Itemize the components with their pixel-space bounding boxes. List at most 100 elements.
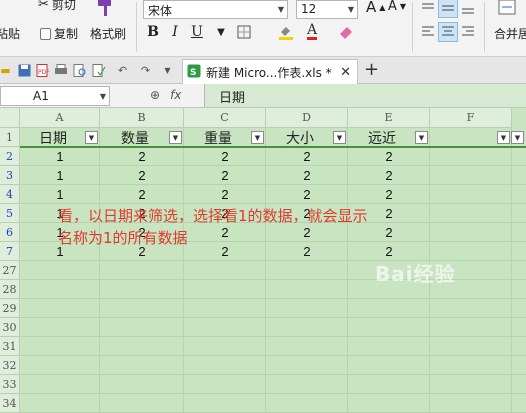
bold-button[interactable]: B [143, 22, 163, 42]
chevron-down-icon[interactable]: ▼ [211, 22, 231, 42]
table-cell[interactable]: 2 [266, 166, 348, 185]
row-header[interactable]: 1 [0, 128, 20, 147]
filter-active-icon[interactable]: ▼ [85, 131, 98, 144]
gridline [20, 317, 526, 318]
clear-format-icon[interactable] [336, 22, 356, 42]
column-header[interactable]: B [100, 108, 184, 128]
select-all-corner[interactable] [0, 108, 20, 128]
row-header[interactable]: 28 [0, 280, 20, 299]
italic-button[interactable]: I [165, 22, 185, 42]
filter-dropdown-icon[interactable]: ▼ [415, 131, 428, 144]
table-cell[interactable]: 2 [348, 185, 430, 204]
table-cell[interactable]: 2 [348, 147, 430, 166]
save-icon[interactable] [17, 63, 32, 77]
row-header[interactable]: 31 [0, 337, 20, 356]
table-cell[interactable]: 2 [100, 147, 184, 166]
formula-input[interactable]: 日期 [204, 84, 526, 107]
table-cell[interactable]: 2 [100, 185, 184, 204]
table-cell[interactable]: 2 [100, 166, 184, 185]
name-box[interactable]: A1 ▼ [0, 86, 110, 106]
gridline [20, 374, 526, 375]
header-cell[interactable]: 数量 [100, 128, 170, 147]
header-cell[interactable]: 日期 [20, 128, 86, 147]
filter-dropdown-icon[interactable]: ▼ [251, 131, 264, 144]
column-header[interactable]: C [184, 108, 266, 128]
row-header[interactable]: 34 [0, 394, 20, 413]
font-size-select[interactable]: 12 ▼ [296, 0, 358, 19]
row-header[interactable]: 33 [0, 375, 20, 394]
row-header[interactable]: 5 [0, 204, 20, 223]
zoom-icon[interactable]: ⊕ [150, 88, 160, 102]
spell-check-icon[interactable] [91, 63, 106, 77]
divider [412, 2, 413, 52]
copy-icon [40, 27, 51, 40]
column-header[interactable]: F [430, 108, 512, 128]
print-preview-icon[interactable] [72, 63, 87, 77]
table-cell[interactable]: 2 [348, 166, 430, 185]
align-top-icon[interactable] [418, 0, 438, 18]
filter-dropdown-icon[interactable]: ▼ [169, 131, 182, 144]
table-cell[interactable]: 2 [184, 147, 266, 166]
format-painter-icon[interactable] [95, 0, 115, 18]
row-header[interactable]: 32 [0, 356, 20, 375]
column-header[interactable]: A [20, 108, 100, 128]
table-cell[interactable]: 1 [20, 185, 100, 204]
header-cell[interactable]: 重量 [184, 128, 252, 147]
fx-icon[interactable]: fx [170, 88, 181, 102]
align-bottom-icon[interactable] [458, 0, 478, 18]
column-header[interactable]: E [348, 108, 430, 128]
row-header[interactable]: 2 [0, 147, 20, 166]
filter-dropdown-icon[interactable]: ▼ [497, 131, 510, 144]
cut-button[interactable]: ✂ 剪切 [38, 0, 76, 13]
font-color-button[interactable]: A [302, 22, 322, 42]
merge-center-icon[interactable] [497, 0, 517, 18]
undo-icon[interactable]: ↶ [115, 63, 130, 77]
format-painter-button[interactable]: 格式刷 [90, 25, 126, 42]
svg-text:S: S [190, 68, 196, 78]
fill-color-icon[interactable] [276, 22, 296, 42]
redo-icon[interactable]: ↷ [138, 63, 153, 77]
tab-document[interactable]: S 新建 Micro...作表.xls * ✕ [182, 59, 358, 84]
add-tab-button[interactable]: + [364, 59, 379, 80]
chevron-down-icon[interactable]: ▼ [100, 92, 106, 101]
ribbon: ✂ 剪切 粘贴 复制 格式刷 宋体 ▼ 12 ▼ A▲ A▼ B I U ▼ A [0, 0, 526, 57]
align-middle-icon[interactable] [438, 0, 458, 18]
row-header[interactable]: 30 [0, 318, 20, 337]
row-header[interactable]: 4 [0, 185, 20, 204]
gridline [20, 355, 526, 356]
table-cell[interactable]: 2 [266, 147, 348, 166]
paste-button[interactable]: 粘贴 [0, 25, 20, 42]
copy-button[interactable]: 复制 [40, 25, 78, 42]
borders-icon[interactable] [234, 22, 254, 42]
close-icon[interactable]: ✕ [340, 65, 351, 80]
header-cell[interactable]: 远近 [348, 128, 416, 147]
row-header[interactable]: 29 [0, 299, 20, 318]
filter-dropdown-icon[interactable]: ▼ [511, 131, 524, 144]
row-header[interactable]: 27 [0, 261, 20, 280]
table-cell[interactable]: 1 [20, 147, 100, 166]
align-center-icon[interactable] [438, 22, 458, 42]
grow-font-button[interactable]: A ▲ [366, 0, 385, 16]
row-header[interactable]: 6 [0, 223, 20, 242]
header-cell[interactable]: 大小 [266, 128, 334, 147]
shrink-font-button[interactable]: A ▼ [388, 0, 406, 14]
export-pdf-icon[interactable]: PDF [35, 63, 50, 77]
row-header[interactable]: 3 [0, 166, 20, 185]
table-cell[interactable]: 2 [184, 185, 266, 204]
folder-icon[interactable]: ▬ [0, 63, 13, 77]
column-header[interactable]: D [266, 108, 348, 128]
underline-button[interactable]: U [187, 22, 207, 42]
spreadsheet-icon: S [187, 64, 201, 81]
align-right-icon[interactable] [458, 22, 478, 42]
table-cell[interactable]: 2 [266, 185, 348, 204]
filter-dropdown-icon[interactable]: ▼ [333, 131, 346, 144]
svg-text:PDF: PDF [38, 69, 49, 76]
table-cell[interactable]: 2 [184, 166, 266, 185]
chevron-down-icon[interactable]: ▼ [160, 63, 175, 77]
row-header[interactable]: 7 [0, 242, 20, 261]
align-left-icon[interactable] [418, 22, 438, 42]
font-name-select[interactable]: 宋体 ▼ [143, 0, 288, 19]
print-icon[interactable] [53, 63, 68, 77]
merge-center-button[interactable]: 合并居中 [494, 25, 526, 42]
table-cell[interactable]: 1 [20, 166, 100, 185]
